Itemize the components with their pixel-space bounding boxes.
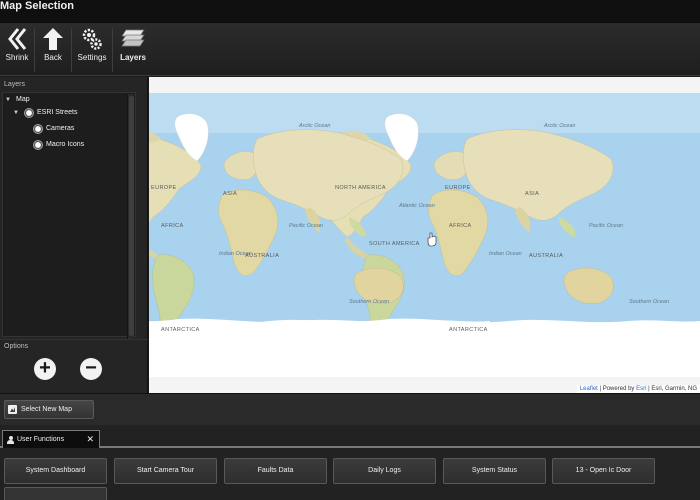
system-dashboard-button[interactable]: System Dashboard [4, 458, 107, 484]
expand-arrow-icon[interactable]: ▼ [5, 94, 13, 106]
map-label: Arctic Ocean [543, 123, 575, 129]
map-label: SOUTH AMERICA [369, 241, 420, 247]
close-icon[interactable]: ✕ [86, 434, 94, 445]
plus-icon: + [39, 357, 51, 379]
toolbar: Shrink Back Settings Layers [0, 24, 700, 76]
user-icon [7, 435, 14, 444]
double-chevron-left-icon [8, 28, 27, 50]
map-select-bar: Select New Map [0, 393, 700, 425]
toolbar-divider [34, 28, 35, 72]
map-view[interactable]: Arctic Ocean Pacific Ocean Atlantic Ocea… [149, 77, 700, 393]
map-attribution: Leaflet | Powered by Esri | Esri, Garmin… [576, 385, 700, 393]
map-label: AFRICA [161, 223, 184, 229]
layer-radio[interactable] [24, 108, 34, 118]
map-image-icon [8, 405, 17, 414]
back-label: Back [44, 53, 62, 62]
tree-node-label: Cameras [46, 125, 75, 132]
layers-heading: Layers [4, 81, 26, 88]
map-label: ANTARCTICA [449, 327, 488, 333]
add-layer-button[interactable]: + [34, 358, 56, 380]
attribution-text: | Powered by [597, 386, 637, 392]
open-door-button[interactable]: 13 - Open Ic Door [552, 458, 655, 484]
toolbar-divider [71, 28, 72, 72]
options-section: Options + − [0, 339, 148, 393]
tab-user-functions[interactable]: User Functions ✕ [2, 430, 100, 448]
leaflet-link[interactable]: Leaflet [580, 386, 598, 392]
daily-logs-button[interactable]: Daily Logs [333, 458, 436, 484]
map-label: Pacific Ocean [289, 223, 323, 229]
map-label: Southern Ocean [349, 299, 389, 305]
select-new-map-label: Select New Map [21, 406, 72, 413]
faults-data-button[interactable]: Faults Data [224, 458, 327, 484]
shrink-label: Shrink [5, 53, 29, 62]
start-camera-tour-button[interactable]: Start Camera Tour [114, 458, 217, 484]
map-label: AUSTRALIA [245, 253, 279, 259]
system-status-button[interactable]: System Status [443, 458, 546, 484]
tree-node-label: ESRI Streets [37, 109, 78, 116]
toolbar-divider [112, 28, 113, 72]
attribution-text: | Esri, Garmin, NG [646, 386, 697, 392]
gears-icon [82, 28, 102, 50]
layer-tree: ▼ Map ▼ ESRI Streets Cameras Macro Icons [2, 92, 136, 337]
layers-panel: Layers ▼ Map ▼ ESRI Streets Cameras Macr… [0, 77, 148, 393]
layer-radio[interactable] [33, 124, 43, 134]
layer-radio[interactable] [33, 140, 43, 150]
tab-label: User Functions [17, 436, 65, 443]
map-label: AFRICA [449, 223, 472, 229]
map-label: AUSTRALIA [529, 253, 563, 259]
world-map[interactable]: Arctic Ocean Pacific Ocean Atlantic Ocea… [149, 77, 700, 393]
title-bar: Map Selection [0, 0, 700, 24]
tree-node-cameras[interactable]: Cameras [33, 123, 74, 135]
expand-arrow-icon[interactable]: ▼ [13, 107, 21, 119]
user-functions-panel: User Functions ✕ System Dashboard Start … [0, 425, 700, 500]
partial-function-button[interactable] [4, 487, 107, 500]
map-label: Indian Ocean [489, 251, 522, 257]
map-label: EUROPE [445, 185, 471, 191]
settings-label: Settings [77, 53, 107, 62]
settings-button[interactable]: Settings [75, 27, 109, 73]
map-label: ANTARCTICA [161, 327, 200, 333]
up-arrow-icon [43, 28, 63, 50]
map-label: Atlantic Ocean [398, 203, 435, 209]
options-heading: Options [4, 343, 29, 350]
map-label: Arctic Ocean [298, 123, 330, 129]
map-label: Pacific Ocean [589, 223, 623, 229]
tree-node-esri-streets[interactable]: ▼ ESRI Streets [13, 107, 77, 119]
app-window: Map Selection Shrink Back Settings Layer… [0, 0, 700, 500]
map-label: ASIA [525, 191, 539, 197]
map-label: Southern Ocean [629, 299, 669, 305]
map-label: EUROPE [151, 185, 177, 191]
tree-node-label: Macro Icons [46, 141, 85, 148]
scrollbar-thumb[interactable] [129, 96, 134, 336]
window-title: Map Selection [0, 0, 74, 12]
remove-layer-button[interactable]: − [80, 358, 102, 380]
map-label: ASIA [223, 191, 237, 197]
tree-node-label: Map [16, 96, 30, 103]
layers-label: Layers [120, 53, 146, 62]
back-button[interactable]: Back [38, 27, 68, 73]
tab-strip: User Functions ✕ [0, 428, 700, 448]
map-label: NORTH AMERICA [335, 185, 386, 191]
select-new-map-button[interactable]: Select New Map [4, 400, 94, 419]
tree-node-macro-icons[interactable]: Macro Icons [33, 139, 84, 151]
tree-node-map[interactable]: ▼ Map [5, 94, 30, 106]
layers-button[interactable]: Layers [116, 27, 150, 73]
layers-stack-icon [121, 29, 145, 47]
minus-icon: − [85, 357, 97, 379]
esri-link[interactable]: Esri [636, 386, 646, 392]
shrink-button[interactable]: Shrink [3, 27, 31, 73]
tree-scrollbar[interactable] [127, 94, 134, 339]
